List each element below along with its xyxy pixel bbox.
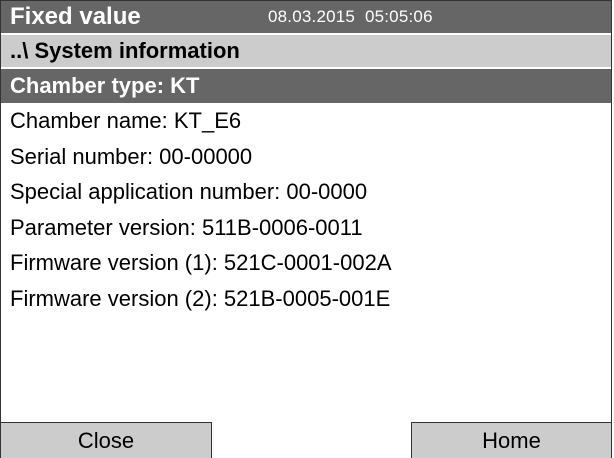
list-item-chamber-name[interactable]: Chamber name: KT_E6 (10, 103, 611, 139)
operating-mode: Fixed value (10, 3, 141, 30)
list-item-serial-number[interactable]: Serial number: 00-00000 (10, 139, 611, 175)
date: 08.03.2015 (268, 7, 356, 26)
close-button[interactable]: Close (0, 422, 212, 458)
list-item-firmware-1[interactable]: Firmware version (1): 521C-0001-002A (10, 245, 611, 281)
datetime: 08.03.2015 05:05:06 (268, 7, 433, 27)
home-button[interactable]: Home (411, 422, 612, 458)
list-item-special-application[interactable]: Special application number: 00-0000 (10, 174, 611, 210)
list-item-parameter-version[interactable]: Parameter version: 511B-0006-0011 (10, 210, 611, 246)
breadcrumb: ..\ System information (1, 35, 611, 69)
button-bar: Close Home (0, 422, 612, 458)
time: 05:05:06 (364, 7, 433, 26)
info-list: Chamber name: KT_E6 Serial number: 00-00… (1, 103, 611, 316)
list-item-selected[interactable]: Chamber type: KT (1, 69, 611, 103)
title-bar: Fixed value 08.03.2015 05:05:06 (1, 1, 611, 35)
list-item-firmware-2[interactable]: Firmware version (2): 521B-0005-001E (10, 281, 611, 317)
controller-screen: Fixed value 08.03.2015 05:05:06 ..\ Syst… (0, 0, 612, 458)
